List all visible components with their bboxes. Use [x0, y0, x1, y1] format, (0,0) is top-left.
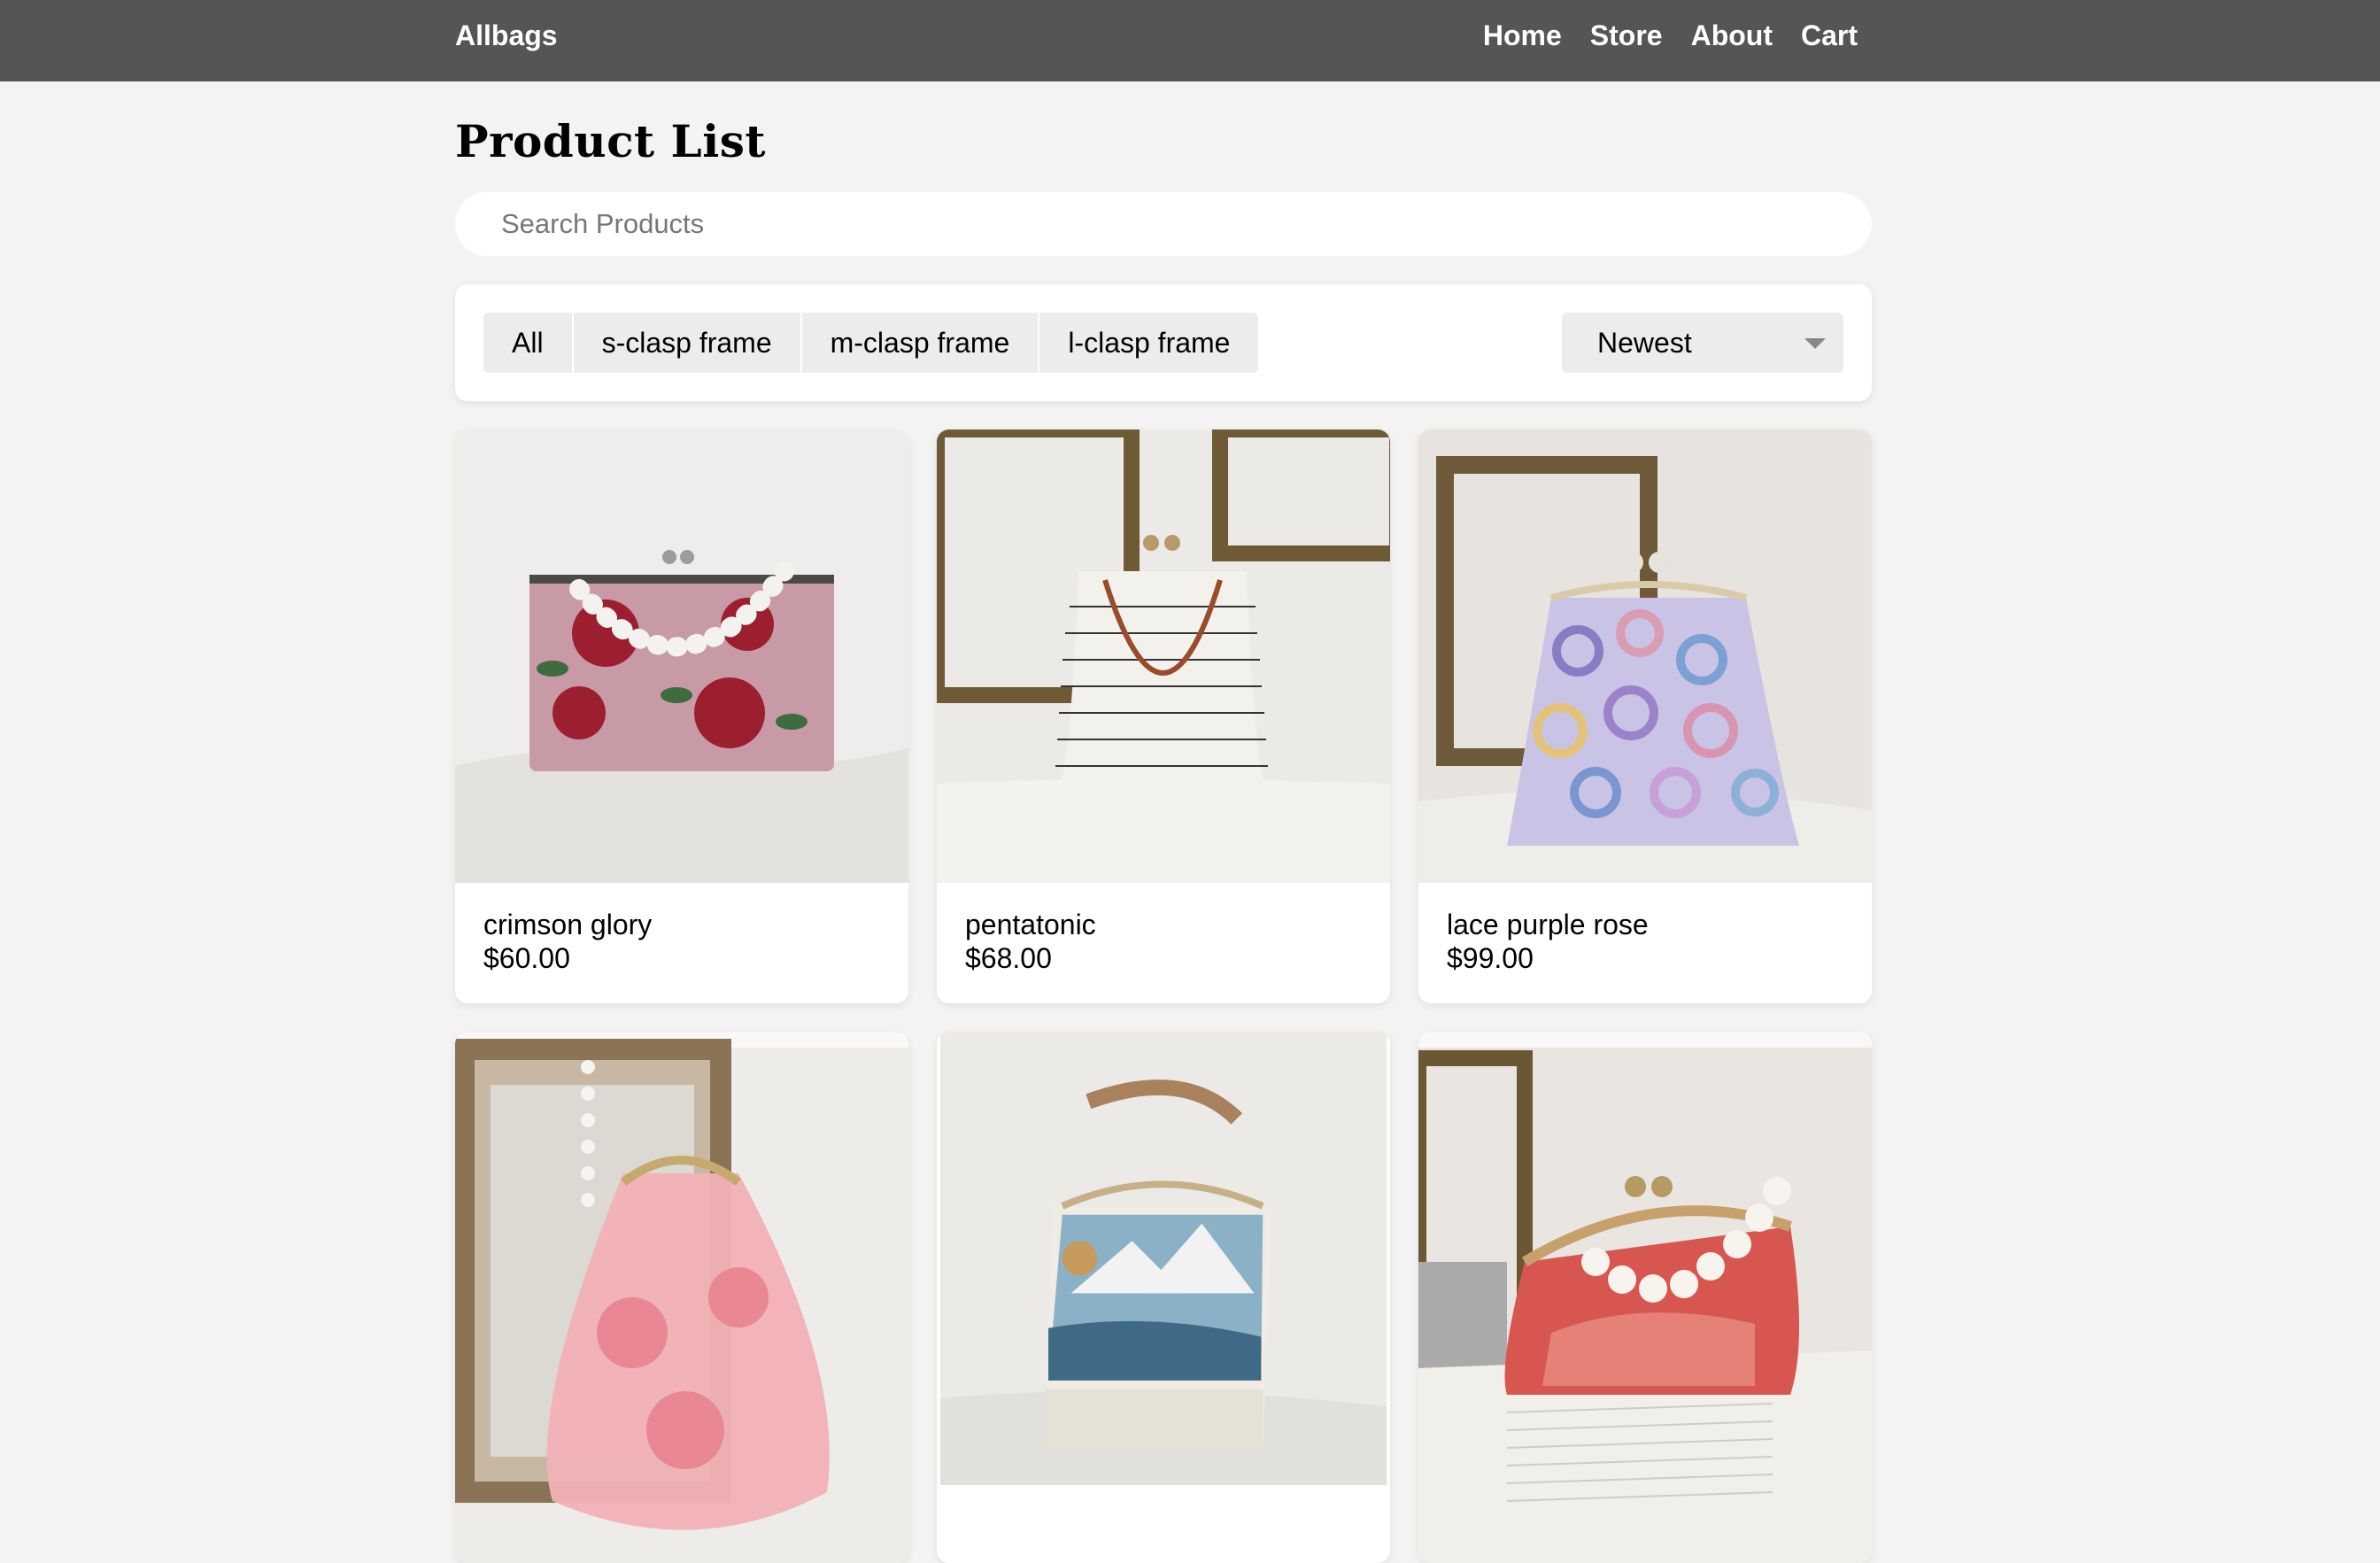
top-navbar: Allbags Home Store About Cart — [0, 0, 2380, 81]
product-card[interactable] — [455, 1032, 908, 1563]
nav-store[interactable]: Store — [1590, 19, 1663, 52]
chevron-down-icon — [1804, 338, 1826, 349]
category-filter-group: All s-clasp frame m-clasp frame l-clasp … — [483, 313, 1259, 373]
product-name: pentatonic — [965, 909, 1096, 940]
product-price: $60.00 — [483, 942, 570, 974]
filter-all[interactable]: All — [483, 313, 574, 373]
product-info: pentatonic $68.00 — [937, 883, 1390, 1003]
product-card[interactable] — [1418, 1032, 1872, 1563]
brand-logo-link[interactable]: Allbags — [455, 19, 558, 52]
product-image — [455, 429, 908, 883]
product-grid: crimson glory $60.00 pentatonic $68.00 l… — [455, 429, 1872, 1563]
sort-select-value: Newest — [1597, 326, 1692, 359]
product-image — [1418, 1032, 1872, 1563]
product-name: crimson glory — [483, 909, 653, 940]
filter-s-clasp-frame[interactable]: s-clasp frame — [573, 313, 802, 373]
nav-cart[interactable]: Cart — [1801, 19, 1858, 52]
page-title: Product List — [455, 115, 766, 167]
sort-select[interactable]: Newest — [1562, 313, 1843, 373]
filter-bar: All s-clasp frame m-clasp frame l-clasp … — [455, 284, 1872, 401]
product-price: $99.00 — [1447, 942, 1534, 974]
product-image — [937, 429, 1390, 883]
nav-about[interactable]: About — [1691, 19, 1773, 52]
product-image — [939, 1032, 1387, 1485]
product-image — [1418, 429, 1872, 883]
product-card[interactable] — [937, 1032, 1390, 1563]
product-info: lace purple rose $99.00 — [1418, 883, 1872, 1003]
product-name: lace purple rose — [1447, 909, 1649, 940]
main-content: Product List All s-clasp frame m-clasp f… — [455, 81, 1872, 1563]
product-image — [455, 1032, 908, 1563]
nav-home[interactable]: Home — [1483, 19, 1562, 52]
filter-l-clasp-frame[interactable]: l-clasp frame — [1039, 313, 1259, 373]
product-card[interactable]: pentatonic $68.00 — [937, 429, 1390, 1003]
product-info: crimson glory $60.00 — [455, 883, 908, 1003]
product-card[interactable]: crimson glory $60.00 — [455, 429, 908, 1003]
main-nav: Home Store About Cart — [1483, 19, 1858, 52]
search-input[interactable] — [455, 192, 1872, 256]
filter-m-clasp-frame[interactable]: m-clasp frame — [801, 313, 1040, 373]
product-price: $68.00 — [965, 942, 1052, 974]
product-card[interactable]: lace purple rose $99.00 — [1418, 429, 1872, 1003]
